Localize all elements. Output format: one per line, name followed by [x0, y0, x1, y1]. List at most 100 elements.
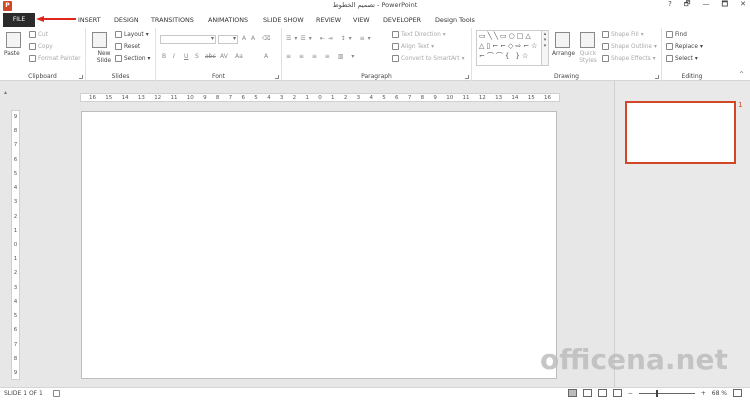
reset-label: Reset — [124, 43, 141, 50]
quick-styles-icon[interactable] — [580, 32, 595, 48]
tab-insert[interactable]: INSERT — [78, 16, 101, 24]
italic-button[interactable]: I — [173, 53, 175, 60]
shape-outline-button[interactable]: Shape Outline ▾ — [602, 43, 657, 50]
shape-effects-button[interactable]: Shape Effects ▾ — [602, 55, 656, 62]
thumbnail-pane: 1 — [615, 81, 750, 387]
slide-count[interactable]: SLIDE 1 OF 1 — [4, 390, 43, 397]
paragraph-launcher-icon[interactable] — [465, 75, 469, 79]
tab-file[interactable]: FILE — [3, 13, 35, 27]
status-bar: SLIDE 1 OF 1 − + 68 % — [0, 387, 750, 400]
select-label: Select — [675, 55, 693, 62]
window-title: تصميم الخطوط - PowerPoint — [332, 1, 418, 9]
ruler-tick: 5 — [13, 313, 18, 320]
arrange-button[interactable]: Arrange — [552, 51, 575, 57]
collapse-ribbon-icon[interactable]: ^ — [739, 71, 744, 78]
zoom-slider-handle[interactable] — [655, 389, 658, 397]
clipboard-launcher-icon[interactable] — [79, 75, 83, 79]
ribbon-tabs: FILE INSERT DESIGN TRANSITIONS ANIMATION… — [0, 12, 750, 28]
normal-view-icon[interactable] — [567, 389, 577, 397]
copy-button[interactable]: Copy — [29, 43, 53, 50]
slide-show-view-icon[interactable] — [612, 389, 622, 397]
new-slide-button[interactable]: New Slide — [93, 51, 115, 65]
cut-button[interactable]: Cut — [29, 31, 48, 38]
paste-icon[interactable] — [6, 32, 21, 48]
drawing-launcher-icon[interactable] — [655, 75, 659, 79]
reset-button[interactable]: Reset — [115, 43, 140, 50]
shrink-font-icon[interactable]: A — [251, 35, 255, 42]
help-icon[interactable]: ? — [668, 0, 672, 11]
shapes-more-icon[interactable]: ▴ ▾ ▾ — [542, 30, 549, 66]
paste-button[interactable]: Paste — [4, 51, 20, 57]
tab-animations[interactable]: ANIMATIONS — [208, 16, 248, 24]
text-direction-button[interactable]: Text Direction ▾ — [392, 31, 446, 38]
copy-icon — [29, 43, 36, 50]
shape-fill-button[interactable]: Shape Fill ▾ — [602, 31, 644, 38]
zoom-slider[interactable] — [638, 389, 695, 397]
font-color-button[interactable]: A — [264, 53, 268, 60]
shapes-gallery[interactable]: ▭╲╲▭○□△ △▯⌐⌐◇⇨⌐☆ ⌐⌒⌒{ }☆ — [476, 30, 542, 66]
ruler-tick: 16 — [89, 94, 96, 101]
scissors-icon — [29, 31, 36, 38]
ruler-tick: 1 — [331, 94, 335, 101]
font-launcher-icon[interactable] — [275, 75, 279, 79]
tab-design-tools[interactable]: Design Tools — [435, 16, 475, 24]
find-button[interactable]: Find — [666, 31, 687, 38]
tab-view[interactable]: VIEW — [353, 16, 370, 24]
ruler-tick: 8 — [13, 128, 18, 135]
ruler-tick: 2 — [13, 213, 18, 220]
scroll-up-icon[interactable]: ▴ — [4, 89, 7, 96]
reading-view-icon[interactable] — [597, 389, 607, 397]
close-icon[interactable]: ✕ — [740, 0, 746, 11]
change-case-button[interactable]: Aa — [235, 53, 243, 60]
align-text-button[interactable]: Align Text ▾ — [392, 43, 434, 50]
layout-button[interactable]: Layout ▾ — [115, 31, 149, 38]
underline-button[interactable]: U — [184, 53, 188, 60]
maximize-icon[interactable]: 🗖 — [721, 0, 728, 11]
font-size-combo[interactable] — [218, 35, 238, 44]
text-direction-icon — [392, 31, 399, 38]
ruler-tick: 0 — [13, 241, 18, 248]
spelling-icon[interactable] — [52, 390, 60, 397]
editing-group: Find Replace ▾ Select ▾ Editing — [662, 28, 722, 81]
ruler-tick: 9 — [433, 94, 437, 101]
format-painter-button[interactable]: Format Painter — [29, 55, 81, 62]
font-group: A A ⌫ B I U S abc AV Aa A Font — [156, 28, 282, 81]
tab-design[interactable]: DESIGN — [114, 16, 139, 24]
minimize-icon[interactable]: — — [702, 0, 709, 11]
convert-smartart-button[interactable]: Convert to SmartArt ▾ — [392, 55, 465, 62]
cut-label: Cut — [38, 31, 48, 38]
strikethrough-button[interactable]: abc — [205, 53, 216, 60]
replace-button[interactable]: Replace ▾ — [666, 43, 703, 50]
new-slide-icon[interactable] — [92, 32, 107, 48]
ruler-tick: 7 — [407, 94, 412, 101]
font-name-combo[interactable] — [160, 35, 216, 44]
slide-canvas[interactable] — [81, 111, 557, 379]
section-button[interactable]: Section ▾ — [115, 55, 150, 62]
alignment-icon[interactable]: ≡ ≡ ≡ ≡ ▥ ▾ — [286, 53, 357, 60]
list-controls-icon[interactable]: ☰▾☰▾ ⇤⇥ ↕▾ ≡▾ — [286, 35, 374, 42]
tab-developer[interactable]: DEVELOPER — [383, 16, 421, 24]
ruler-tick: 2 — [292, 94, 297, 101]
replace-label: Replace — [675, 43, 698, 50]
zoom-level[interactable]: 68 % — [712, 390, 727, 397]
slide-sorter-icon[interactable] — [582, 389, 592, 397]
select-button[interactable]: Select ▾ — [666, 55, 698, 62]
tab-transitions[interactable]: TRANSITIONS — [151, 16, 194, 24]
tab-review[interactable]: REVIEW — [316, 16, 341, 24]
ruler-tick: 6 — [13, 156, 18, 163]
fit-to-window-icon[interactable] — [733, 389, 742, 397]
grow-font-icon[interactable]: A — [242, 35, 246, 42]
zoom-in-icon[interactable]: + — [701, 390, 706, 397]
clear-format-icon[interactable]: ⌫ — [262, 35, 270, 42]
arrange-icon[interactable] — [555, 32, 570, 48]
tab-slide-show[interactable]: SLIDE SHOW — [263, 16, 304, 24]
quick-styles-button[interactable]: Quick Styles — [577, 51, 599, 65]
bold-button[interactable]: B — [162, 53, 166, 60]
slide-thumbnail[interactable] — [625, 101, 736, 164]
ribbon-display-icon[interactable]: 🗗 — [684, 0, 691, 11]
char-spacing-button[interactable]: AV — [220, 53, 228, 60]
ruler-tick: 3 — [13, 284, 18, 291]
zoom-out-icon[interactable]: − — [628, 390, 633, 397]
ruler-tick: 3 — [356, 94, 361, 101]
shadow-button[interactable]: S — [195, 53, 199, 60]
